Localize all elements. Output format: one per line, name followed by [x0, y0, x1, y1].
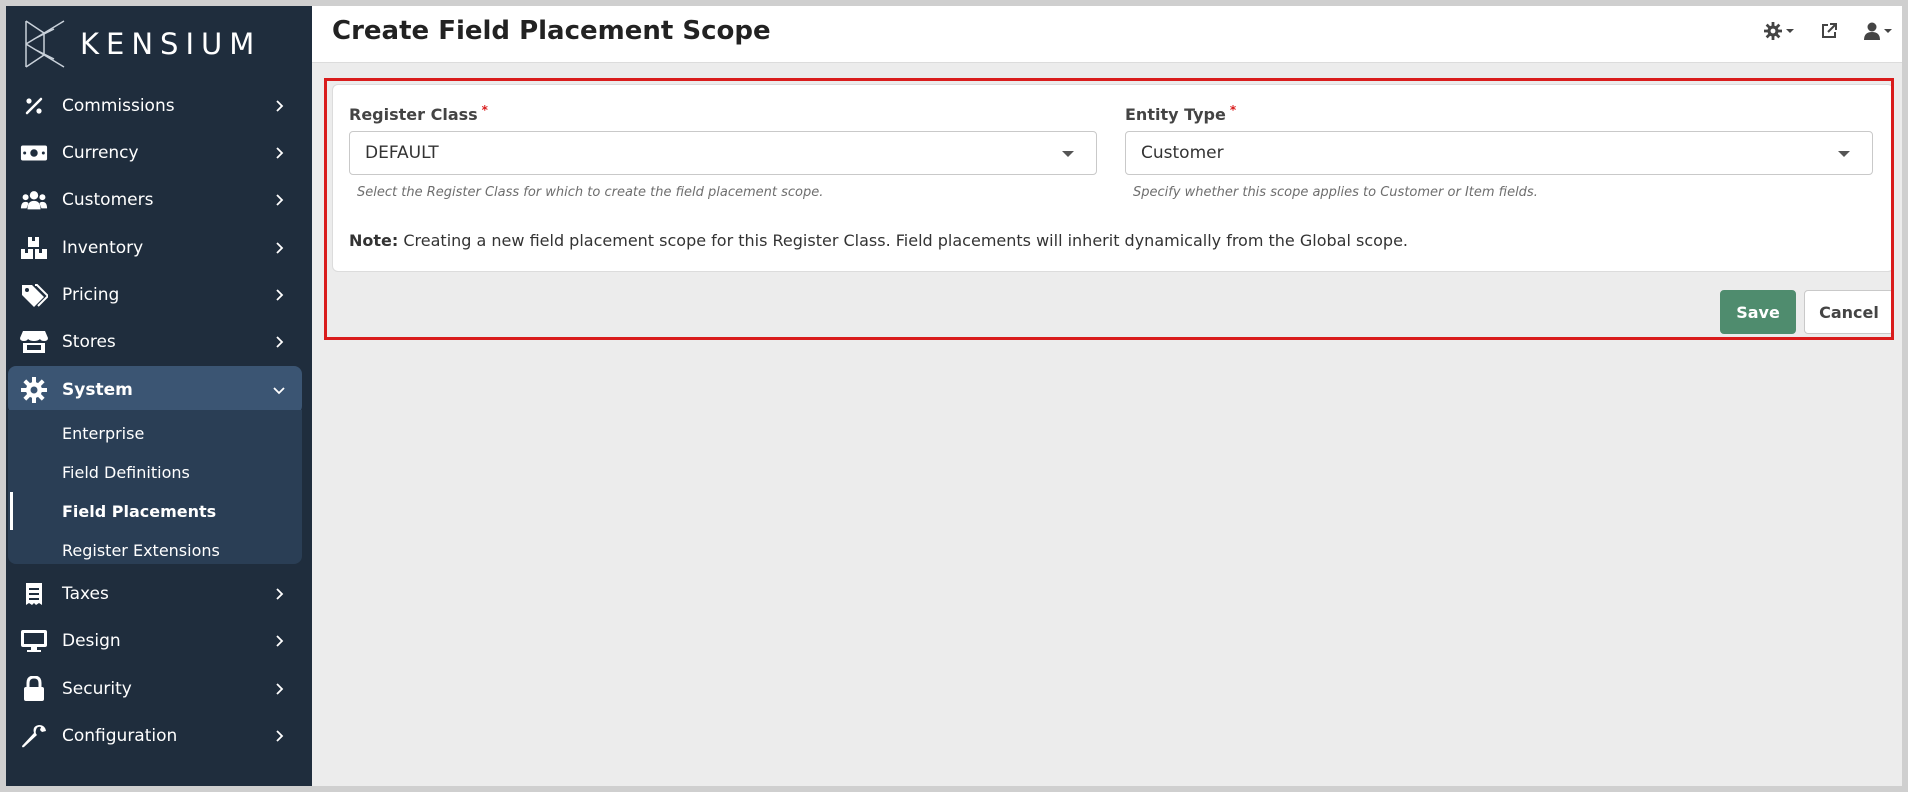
app-window: KENSIUM Commissions Currency Customers I… [6, 6, 1902, 786]
chevron-right-icon [272, 99, 286, 113]
sidebar-item-taxes[interactable]: Taxes [6, 572, 312, 616]
brand-logo[interactable]: KENSIUM [24, 16, 261, 72]
wrench-icon [20, 723, 48, 749]
sidebar-item-label: Customers [62, 190, 154, 210]
sidebar-item-label: Stores [62, 332, 116, 352]
sidebar-item-stores[interactable]: Stores [6, 320, 312, 364]
chevron-right-icon [272, 241, 286, 255]
submenu-item-label: Field Definitions [62, 462, 190, 482]
system-submenu: Enterprise Field Definitions Field Place… [8, 410, 302, 564]
money-bill-icon [20, 140, 48, 166]
boxes-icon [20, 235, 48, 261]
chevron-down-icon [272, 383, 286, 397]
sidebar: KENSIUM Commissions Currency Customers I… [6, 6, 312, 786]
chevron-right-icon [272, 682, 286, 696]
sidebar-item-currency[interactable]: Currency [6, 131, 312, 175]
page-header: Create Field Placement Scope [312, 6, 1902, 63]
sidebar-item-customers[interactable]: Customers [6, 178, 312, 222]
gear-icon [1764, 22, 1782, 40]
sidebar-item-configuration[interactable]: Configuration [6, 714, 312, 758]
sidebar-item-commissions[interactable]: Commissions [6, 84, 312, 128]
sidebar-item-label: Commissions [62, 96, 175, 116]
receipt-icon [20, 581, 48, 607]
kensium-logo-icon [25, 20, 65, 68]
header-actions [1764, 22, 1892, 40]
sidebar-item-security[interactable]: Security [6, 667, 312, 711]
user-dropdown[interactable] [1864, 22, 1892, 40]
user-icon [1864, 22, 1880, 40]
highlight-outline [324, 78, 1894, 340]
chevron-right-icon [272, 193, 286, 207]
brand-name: KENSIUM [80, 27, 262, 61]
sidebar-item-label: Currency [62, 143, 139, 163]
store-icon [20, 329, 48, 355]
gear-icon [20, 377, 48, 403]
sidebar-item-label: Pricing [62, 285, 120, 305]
chevron-right-icon [272, 146, 286, 160]
caret-down-icon [1786, 29, 1794, 33]
sidebar-item-label: Configuration [62, 726, 178, 746]
sidebar-item-inventory[interactable]: Inventory [6, 226, 312, 270]
chevron-right-icon [272, 634, 286, 648]
submenu-item-field-placements[interactable]: Field Placements [8, 492, 302, 530]
sidebar-item-design[interactable]: Design [6, 619, 312, 663]
monitor-icon [20, 628, 48, 654]
tags-icon [20, 282, 48, 308]
sidebar-item-label: Security [62, 679, 132, 699]
sidebar-item-label: System [62, 380, 133, 400]
external-link-button[interactable] [1820, 22, 1838, 40]
sidebar-item-pricing[interactable]: Pricing [6, 273, 312, 317]
sidebar-item-system[interactable]: System [8, 366, 302, 414]
chevron-right-icon [272, 729, 286, 743]
submenu-item-label: Enterprise [62, 423, 145, 443]
chevron-right-icon [272, 335, 286, 349]
sidebar-item-label: Taxes [62, 584, 109, 604]
submenu-item-label: Register Extensions [62, 540, 220, 560]
users-icon [20, 187, 48, 213]
chevron-right-icon [272, 288, 286, 302]
chevron-right-icon [272, 587, 286, 601]
percent-icon [20, 93, 48, 119]
caret-down-icon [1884, 29, 1892, 33]
sidebar-item-label: Inventory [62, 238, 144, 258]
submenu-item-enterprise[interactable]: Enterprise [8, 414, 302, 452]
external-link-icon [1822, 23, 1837, 38]
submenu-item-label: Field Placements [62, 501, 217, 521]
settings-dropdown[interactable] [1764, 22, 1794, 40]
submenu-item-field-definitions[interactable]: Field Definitions [8, 453, 302, 491]
sidebar-item-label: Design [62, 631, 121, 651]
page-title: Create Field Placement Scope [332, 16, 771, 46]
submenu-item-register-extensions[interactable]: Register Extensions [8, 531, 302, 569]
lock-icon [20, 676, 48, 702]
